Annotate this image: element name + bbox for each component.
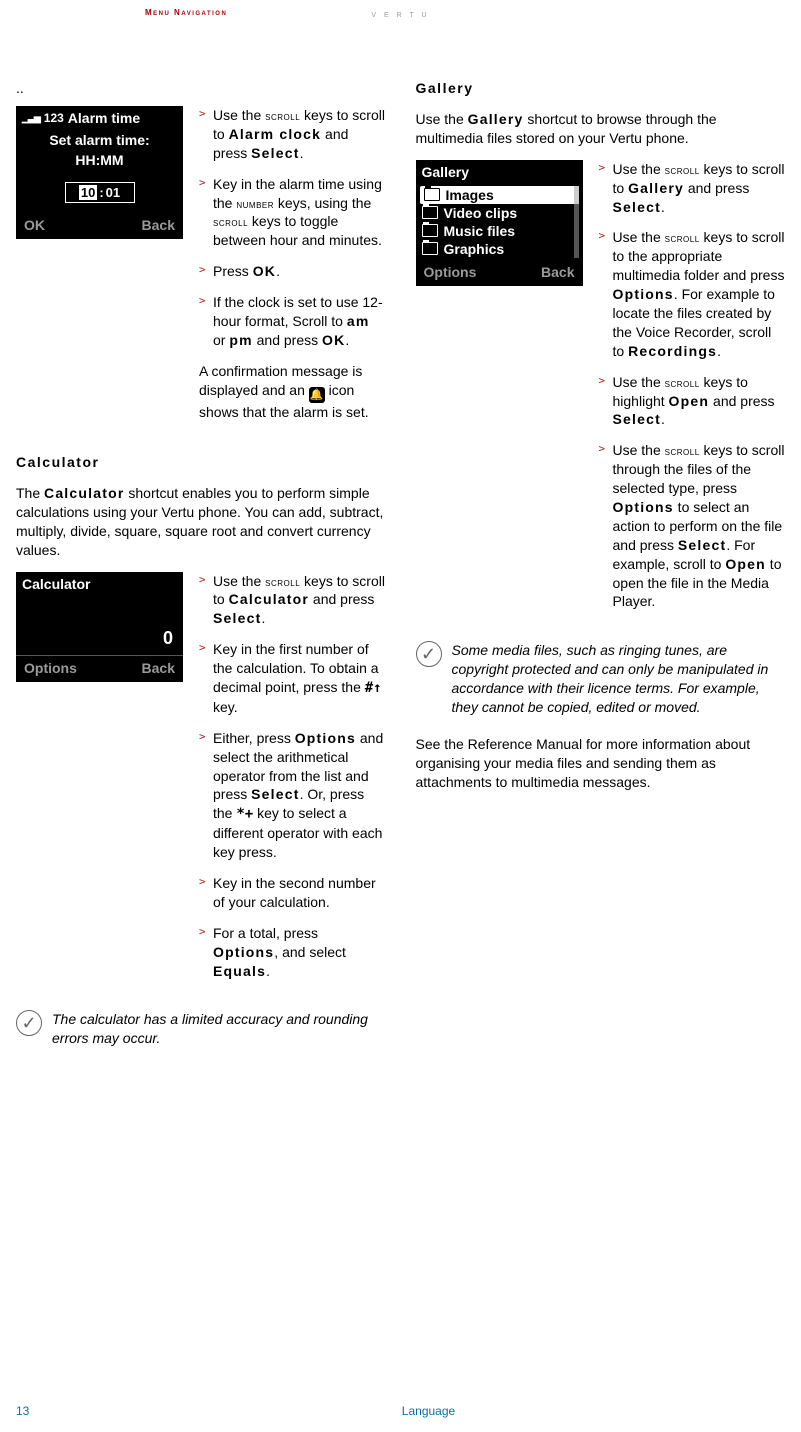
step-note: A confirmation message is displayed and … xyxy=(199,362,386,422)
list-item: Graphics xyxy=(422,240,577,258)
softkey-left: OK xyxy=(24,217,45,233)
gallery-heading: Gallery xyxy=(416,80,786,96)
time-sep: : xyxy=(99,185,103,200)
folder-icon xyxy=(422,242,438,255)
page-footer: 13 Language xyxy=(16,1404,785,1418)
folder-icon xyxy=(424,188,440,201)
step: For a total, press Options, and select E… xyxy=(199,924,386,981)
phone-subtitle: Set alarm time: xyxy=(16,132,183,148)
gallery-phone-screenshot: Gallery Images Video clips xyxy=(416,160,583,624)
gallery-outro: See the Reference Manual for more inform… xyxy=(416,735,786,792)
calculator-intro: The Calculator shortcut enables you to p… xyxy=(16,484,386,560)
softkey-left: Options xyxy=(24,660,77,676)
step: If the clock is set to use 12-hour forma… xyxy=(199,293,386,350)
step: Key in the alarm time using the number k… xyxy=(199,175,386,251)
alarm-steps: Use the scroll keys to scroll to Alarm c… xyxy=(199,106,386,434)
page-header: Menu Navigation V E R T U xyxy=(0,0,801,30)
step: Use the scroll keys to scroll to Alarm c… xyxy=(199,106,386,163)
signal-icon: ▁▃▅ xyxy=(22,113,40,124)
step: Press OK. xyxy=(199,262,386,281)
left-column: .. ▁▃▅ 123 Alarm time Set alarm time: HH… xyxy=(16,80,386,1066)
phone-title: Calculator xyxy=(22,576,90,592)
calculator-heading: Calculator xyxy=(16,454,386,470)
step: Use the scroll keys to scroll to Calcula… xyxy=(199,572,386,629)
step: Use the scroll keys to scroll through th… xyxy=(599,441,786,611)
calc-phone-screenshot: Calculator 0 Options Back xyxy=(16,572,183,993)
minute-value: 01 xyxy=(106,185,120,200)
list-item: Images xyxy=(420,186,579,204)
step: Key in the first number of the calculati… xyxy=(199,640,386,717)
right-column: Gallery Use the Gallery shortcut to brow… xyxy=(416,80,786,1066)
header-brand: V E R T U xyxy=(0,12,801,19)
step: Key in the second number of your calcula… xyxy=(199,874,386,912)
folder-icon xyxy=(422,224,438,237)
softkey-right: Back xyxy=(541,264,574,280)
step: Use the scroll keys to scroll to Gallery… xyxy=(599,160,786,217)
gallery-note: ✓ Some media files, such as ringing tune… xyxy=(416,641,786,717)
gallery-intro: Use the Gallery shortcut to browse throu… xyxy=(416,110,786,148)
scrollbar xyxy=(574,186,579,258)
step: Use the scroll keys to highlight Open an… xyxy=(599,373,786,430)
check-icon: ✓ xyxy=(16,1010,42,1036)
gallery-steps: Use the scroll keys to scroll to Gallery… xyxy=(599,160,786,624)
list-item: Video clips xyxy=(422,204,577,222)
phone-title: Alarm time xyxy=(68,110,140,126)
page-number: 13 xyxy=(16,1404,72,1418)
step: Either, press Options and select the ari… xyxy=(199,729,386,862)
softkey-left: Options xyxy=(424,264,477,280)
calc-note: ✓ The calculator has a limited accuracy … xyxy=(16,1010,386,1048)
folder-icon xyxy=(422,206,438,219)
bell-icon: 🔔 xyxy=(309,387,325,403)
check-icon: ✓ xyxy=(416,641,442,667)
softkey-right: Back xyxy=(142,660,175,676)
footer-language: Language xyxy=(72,1404,785,1418)
calc-steps: Use the scroll keys to scroll to Calcula… xyxy=(199,572,386,993)
phone-hhmm-label: HH:MM xyxy=(16,152,183,168)
hour-value: 10 xyxy=(79,185,97,200)
continuation-dots: .. xyxy=(16,80,386,96)
phone-title: Gallery xyxy=(422,164,469,180)
softkey-right: Back xyxy=(142,217,175,233)
list-item: Music files xyxy=(422,222,577,240)
alarm-phone-screenshot: ▁▃▅ 123 Alarm time Set alarm time: HH:MM… xyxy=(16,106,183,434)
time-input: 10 : 01 xyxy=(65,182,135,203)
titlebar-num: 123 xyxy=(44,111,64,125)
calc-value: 0 xyxy=(16,622,183,656)
step: Use the scroll keys to scroll to the app… xyxy=(599,228,786,360)
